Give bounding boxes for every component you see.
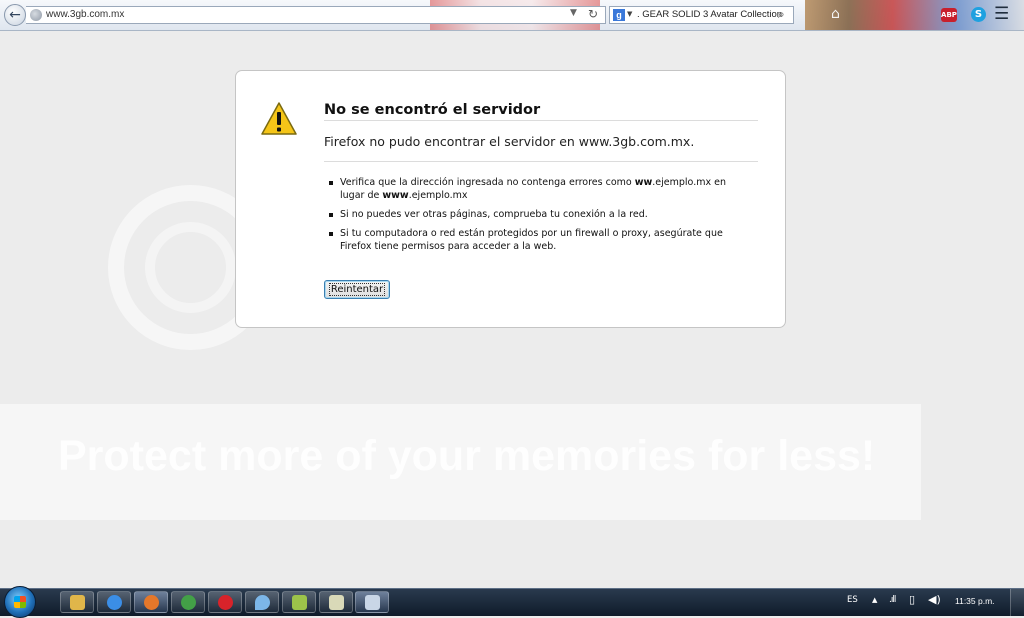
description-divider [324,161,758,162]
taskbar-app-messenger[interactable] [282,591,316,613]
error-short-description: Firefox no pudo encontrar el servidor en… [324,134,695,149]
clock[interactable]: 11:35 p.m. [955,596,995,606]
watermark-logo-ring-inner [145,222,236,313]
taskbar-app-drop[interactable] [245,591,279,613]
search-icon[interactable]: ⌕ [778,7,785,22]
browser-toolbar: ← www.3gb.com.mx ▼ ↻ g ▼ . GEAR SOLID 3 … [0,0,1024,31]
menu-icon[interactable]: ☰ [994,4,1009,24]
chrome-icon [181,595,196,610]
search-engine-icon[interactable]: g [613,9,625,21]
url-history-dropdown-icon[interactable]: ▼ [570,8,577,18]
adblock-icon[interactable]: ABP [941,8,957,22]
retry-button[interactable]: Reintentar [324,280,390,299]
taskbar-app-firefox[interactable] [134,591,168,613]
taskbar: ES ▲ .ıll ▯ ◀) 11:35 p.m. [0,586,1024,618]
search-input[interactable]: . GEAR SOLID 3 Avatar Collection [637,9,782,20]
skype-icon[interactable]: S [971,7,986,22]
search-engine-dropdown-icon[interactable]: ▼ [627,10,632,18]
taskbar-app-explorer[interactable] [60,591,94,613]
back-arrow-icon: ← [9,7,21,23]
suggestion-item: Verifica que la dirección ingresada no c… [329,176,729,202]
error-title: No se encontró el servidor [324,102,541,118]
watermark-promo-text: Protect more of your memories for less! [58,432,876,480]
show-desktop-button[interactable] [1010,589,1024,616]
taskbar-app-opera[interactable] [208,591,242,613]
volume-icon[interactable]: ◀) [928,593,941,606]
opera-icon [218,595,233,610]
firefox-icon [144,595,159,610]
notes-icon [329,595,344,610]
drop-icon [255,595,270,610]
start-button[interactable] [4,586,36,618]
back-button[interactable]: ← [4,4,26,26]
globe-icon [30,9,42,21]
windows-logo-icon [14,596,26,608]
folder-icon [70,595,85,610]
suggestion-item: Si no puedes ver otras páginas, comprueb… [329,208,729,221]
taskbar-app-notes[interactable] [319,591,353,613]
taskbar-app-chrome[interactable] [171,591,205,613]
language-indicator[interactable]: ES [847,595,858,605]
suggestion-list: Verifica que la dirección ingresada no c… [329,176,729,259]
search-bar[interactable]: g ▼ . GEAR SOLID 3 Avatar Collection ⌕ [609,6,794,24]
show-hidden-icons-icon[interactable]: ▲ [872,596,877,604]
title-divider [324,120,758,121]
home-icon[interactable]: ⌂ [831,6,840,22]
network-signal-icon[interactable]: .ıll [889,595,896,605]
reload-icon[interactable]: ↻ [588,7,598,21]
retry-button-label: Reintentar [328,282,386,296]
capture-icon [365,595,380,610]
suggestion-item: Si tu computadora o red están protegidos… [329,227,729,253]
error-page-container: No se encontró el servidor Firefox no pu… [235,70,786,328]
media-player-icon [107,595,122,610]
power-icon[interactable]: ▯ [909,593,915,606]
url-bar[interactable]: www.3gb.com.mx ▼ ↻ [26,6,606,24]
messenger-icon [292,595,307,610]
warning-icon [261,102,297,135]
taskbar-app-capture[interactable] [355,591,389,613]
url-text[interactable]: www.3gb.com.mx [46,9,124,20]
taskbar-app-media-player[interactable] [97,591,131,613]
